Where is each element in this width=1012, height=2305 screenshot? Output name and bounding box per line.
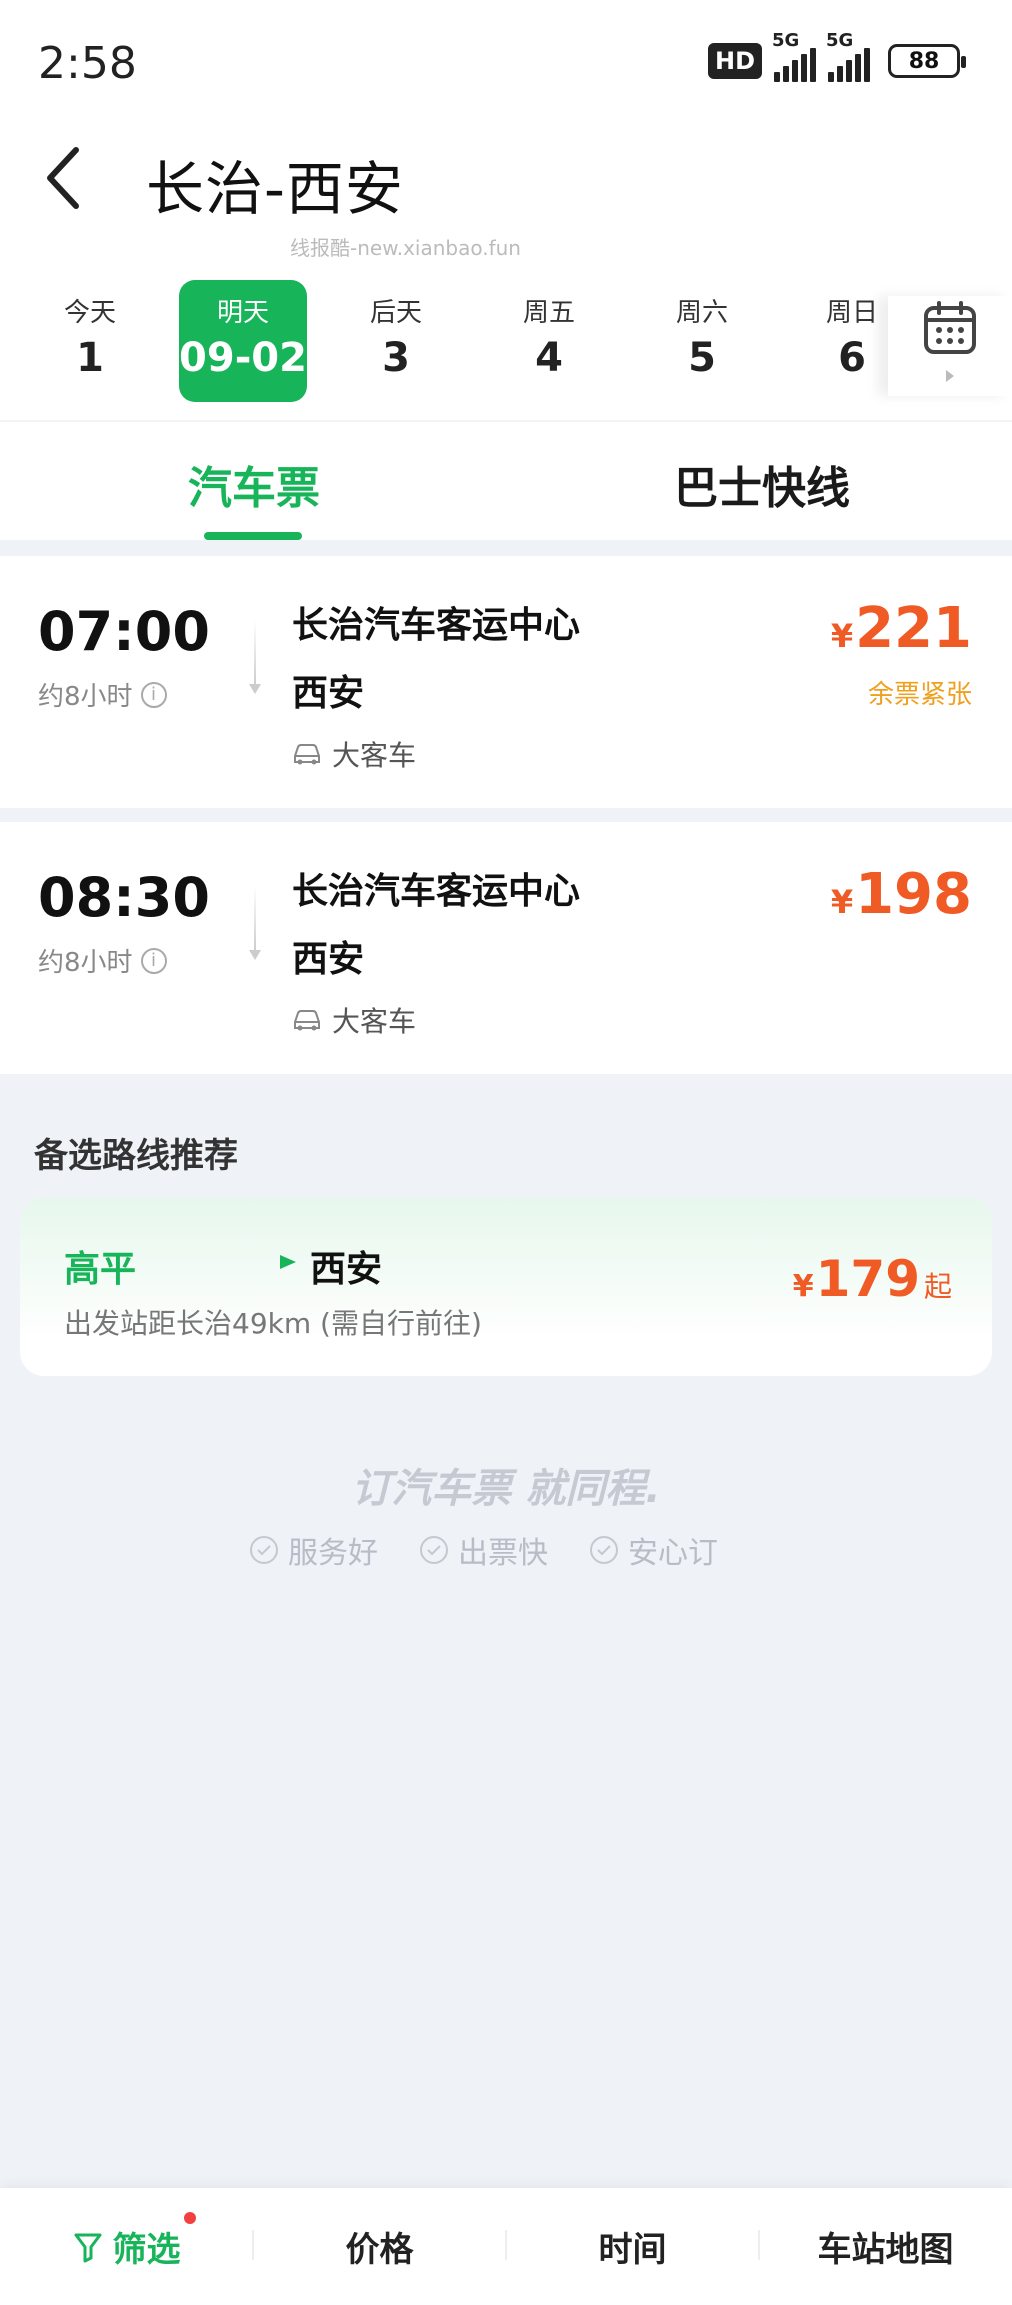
page-title: 长治-西安 [146,155,404,223]
check-icon [590,1536,618,1564]
tab-bus-express[interactable]: 巴士快线 [674,452,850,516]
price: ¥ 198 [830,862,972,927]
notification-dot [184,2212,196,2224]
duration: 约8小时 i [38,942,167,979]
sort-price-button[interactable]: 价格 [253,2188,506,2305]
duration: 约8小时 i [38,676,167,713]
departure-station: 长治汽车客运中心 [292,871,581,912]
vehicle-type: 大客车 [292,1000,416,1040]
feature-item: 服务好 [250,1528,378,1572]
divider [0,420,1012,422]
signal-icon: 5G [772,30,816,82]
back-button[interactable] [36,138,96,218]
alt-price: ¥ 179 起 [792,1250,952,1308]
slogan: 订汽车票 就同程. [351,1466,661,1512]
trip-card-1[interactable]: 07:00 约8小时 i 长治汽车客运中心 西安 大客车 ¥ 221 余票紧张 [0,556,1012,808]
tab-active-indicator [204,532,302,540]
bottom-action-bar: 筛选 价格 时间 车站地图 [0,2188,1012,2305]
departure-station: 长治汽车客运中心 [292,605,581,646]
car-icon [294,744,320,765]
station-map-button[interactable]: 车站地图 [759,2188,1012,2305]
alternative-section-title: 备选路线推荐 [34,1136,238,1176]
alt-note: 出发站距长治49km (需自行前往) [64,1307,482,1340]
vehicle-type: 大客车 [292,734,416,774]
check-icon [420,1536,448,1564]
route-arrow-icon [249,950,261,960]
alternative-route-card[interactable]: 高平 西安 出发站距长治49km (需自行前往) ¥ 179 起 [20,1198,992,1376]
arrow-right-icon [182,1255,296,1269]
route-line [254,620,256,686]
status-icons: HD 5G 5G 88 [707,30,966,82]
feature-list: 服务好 出票快 安心订 [250,1528,718,1572]
car-icon [294,1010,320,1031]
feature-item: 出票快 [420,1528,548,1572]
date-tomorrow[interactable]: 明天 09-02 [179,280,307,402]
signal-icon-2: 5G [826,30,870,82]
status-time: 2:58 [38,38,137,89]
date-saturday[interactable]: 周六 5 [638,280,766,402]
alt-arrival: 西安 [310,1249,383,1290]
battery-icon: 88 [888,44,966,78]
route-arrow-icon [249,684,261,694]
info-icon[interactable]: i [140,947,167,974]
caret-right-icon [946,370,954,382]
filter-button[interactable]: 筛选 [0,2188,253,2305]
check-icon [250,1536,278,1564]
chevron-left-icon [47,147,79,209]
price: ¥ 221 [830,596,972,661]
date-friday[interactable]: 周五 4 [485,280,613,402]
date-day-after[interactable]: 后天 3 [332,280,460,402]
ticket-status-badge: 余票紧张 [867,680,972,710]
trip-card-2[interactable]: 08:30 约8小时 i 长治汽车客运中心 西安 大客车 ¥ 198 [0,822,1012,1074]
filter-icon [74,2233,101,2262]
departure-time: 07:00 [38,600,210,663]
departure-time: 08:30 [38,866,210,929]
hd-icon: HD [707,43,762,79]
feature-item: 安心订 [590,1528,718,1572]
arrival-station: 西安 [292,939,365,980]
calendar-icon [924,301,976,354]
date-today[interactable]: 今天 1 [26,280,154,402]
watermark: 线报酷-new.xianbao.fun [290,236,521,260]
tab-bus-ticket[interactable]: 汽车票 [188,452,320,516]
calendar-button[interactable] [888,296,1012,396]
route-line [254,886,256,952]
sort-time-button[interactable]: 时间 [506,2188,759,2305]
info-icon[interactable]: i [140,681,167,708]
alt-departure: 高平 [64,1249,137,1290]
arrival-station: 西安 [292,673,365,714]
